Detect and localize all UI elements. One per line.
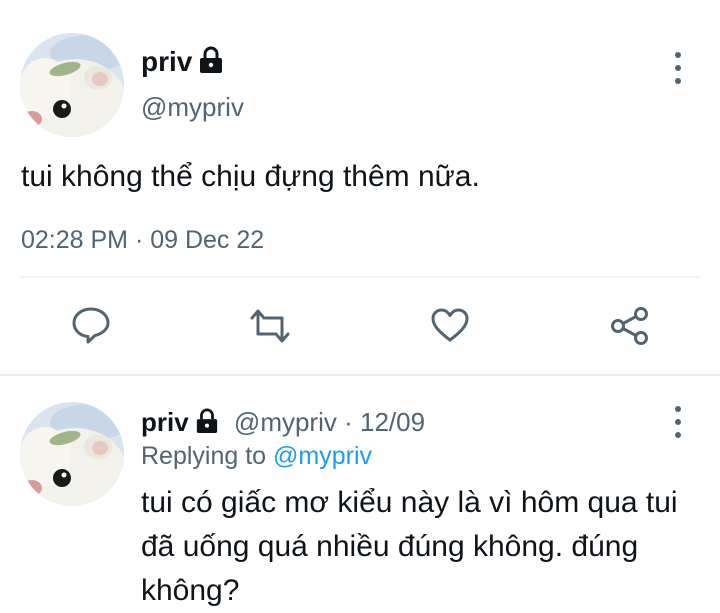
share-icon: [611, 307, 648, 345]
tweet-timestamp[interactable]: 02:28 PM · 09 Dec 22: [21, 226, 264, 255]
section-divider: [0, 374, 720, 376]
divider: [21, 276, 699, 278]
author-handle[interactable]: @mypriv: [141, 92, 244, 123]
replying-prefix: Replying to: [141, 442, 267, 470]
author-name-text[interactable]: priv: [141, 46, 192, 77]
reply-date[interactable]: 12/09: [360, 407, 425, 437]
heart-icon: [431, 308, 469, 342]
replying-to: Replying to @mypriv: [141, 442, 372, 471]
retweet-action[interactable]: [248, 308, 292, 344]
author-name[interactable]: priv: [141, 46, 224, 81]
more-vertical-icon[interactable]: [668, 52, 688, 84]
lock-icon: [195, 408, 219, 441]
like-action[interactable]: [430, 307, 470, 343]
share-action[interactable]: [610, 306, 650, 346]
replying-mention-link[interactable]: @mypriv: [273, 442, 372, 470]
comment-icon: [72, 307, 110, 344]
reply-author-name[interactable]: priv: [141, 407, 189, 437]
tweet-text: tui không thể chịu đựng thêm nữa.: [21, 160, 480, 193]
reply-author-handle[interactable]: @mypriv: [234, 407, 337, 437]
retweet-icon: [250, 309, 290, 343]
lock-icon: [198, 46, 224, 81]
reply-separator: ·: [344, 407, 353, 437]
reply-text: tui có giấc mơ kiểu này là vì hôm qua tu…: [141, 486, 678, 607]
reply-author-avatar[interactable]: [20, 402, 124, 506]
more-vertical-icon[interactable]: [668, 406, 688, 438]
reply-action[interactable]: [71, 306, 111, 344]
author-avatar[interactable]: [20, 33, 124, 137]
reply-header: priv @mypriv · 12/09: [141, 407, 425, 441]
